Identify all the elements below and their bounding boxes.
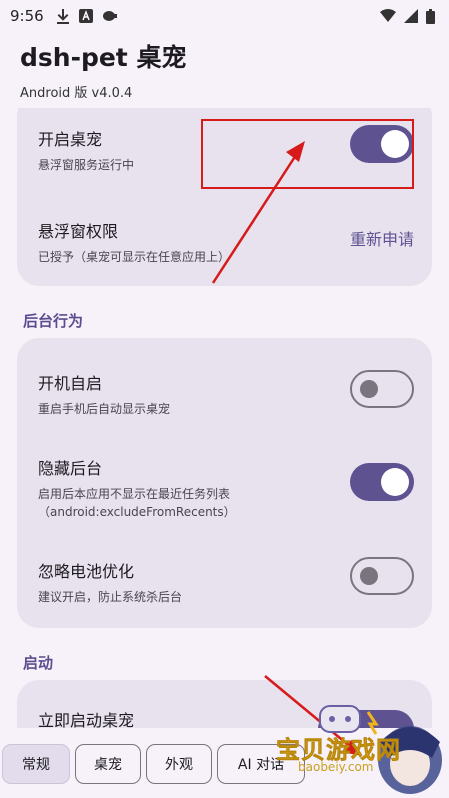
tab-general[interactable]: 常规: [2, 744, 70, 784]
annotation-arrows: [211, 141, 362, 756]
watermark-url: baobeiy.com: [298, 760, 374, 774]
annotation-arrowhead-up: [286, 141, 305, 162]
annotation-arrow-up: [211, 151, 300, 284]
tab-pet[interactable]: 桌宠: [75, 744, 141, 784]
tab-appearance[interactable]: 外观: [146, 744, 212, 784]
